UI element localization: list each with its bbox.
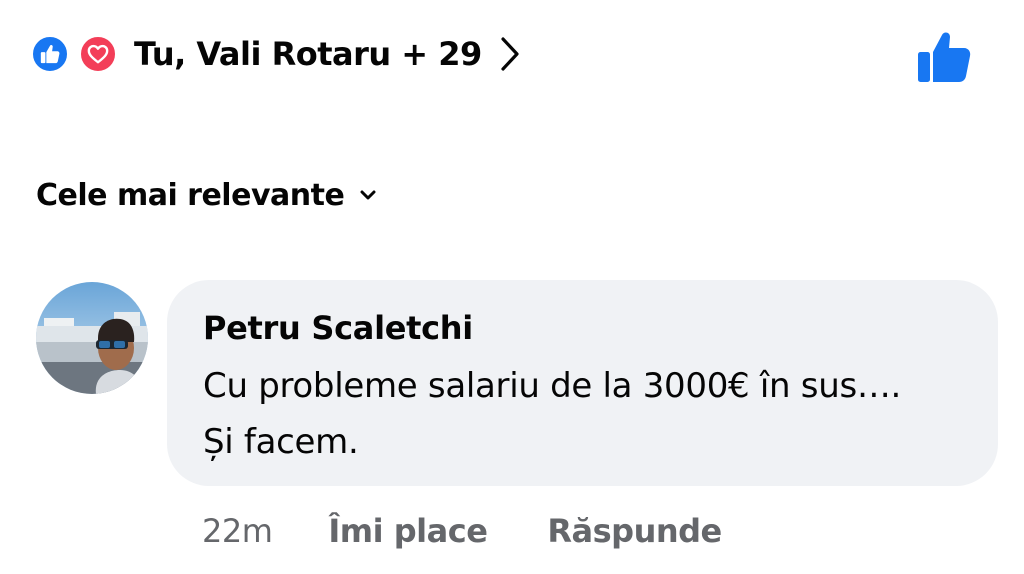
comment-text: Cu probleme salariu de la 3000€ în sus….… xyxy=(203,366,902,462)
reactions-summary-row[interactable]: Tu, Vali Rotaru + 29 xyxy=(30,24,520,84)
sort-label: Cele mai relevante xyxy=(36,177,345,213)
comment-timestamp[interactable]: 22m xyxy=(202,512,273,550)
chevron-down-icon xyxy=(360,189,376,201)
heart-icon xyxy=(78,34,118,74)
chevron-right-icon xyxy=(500,36,520,72)
reactions-summary-text: Tu, Vali Rotaru + 29 xyxy=(134,35,482,73)
sort-dropdown[interactable]: Cele mai relevante xyxy=(36,170,376,220)
comment-reply-button[interactable]: Răspunde xyxy=(547,512,722,550)
comment-actions: 22m Îmi place Răspunde xyxy=(202,506,722,556)
comment-bubble: Petru Scaletchi Cu probleme salariu de l… xyxy=(167,280,998,486)
thumbs-up-icon xyxy=(30,34,70,74)
comment-like-button[interactable]: Îmi place xyxy=(328,512,488,550)
like-post-button[interactable] xyxy=(914,28,974,86)
avatar[interactable] xyxy=(36,282,148,394)
reaction-icons xyxy=(30,30,130,78)
thumbs-up-icon xyxy=(918,32,971,82)
comments-panel: Tu, Vali Rotaru + 29 Cele mai relevante xyxy=(0,0,1024,574)
comment-author[interactable]: Petru Scaletchi xyxy=(203,308,962,348)
